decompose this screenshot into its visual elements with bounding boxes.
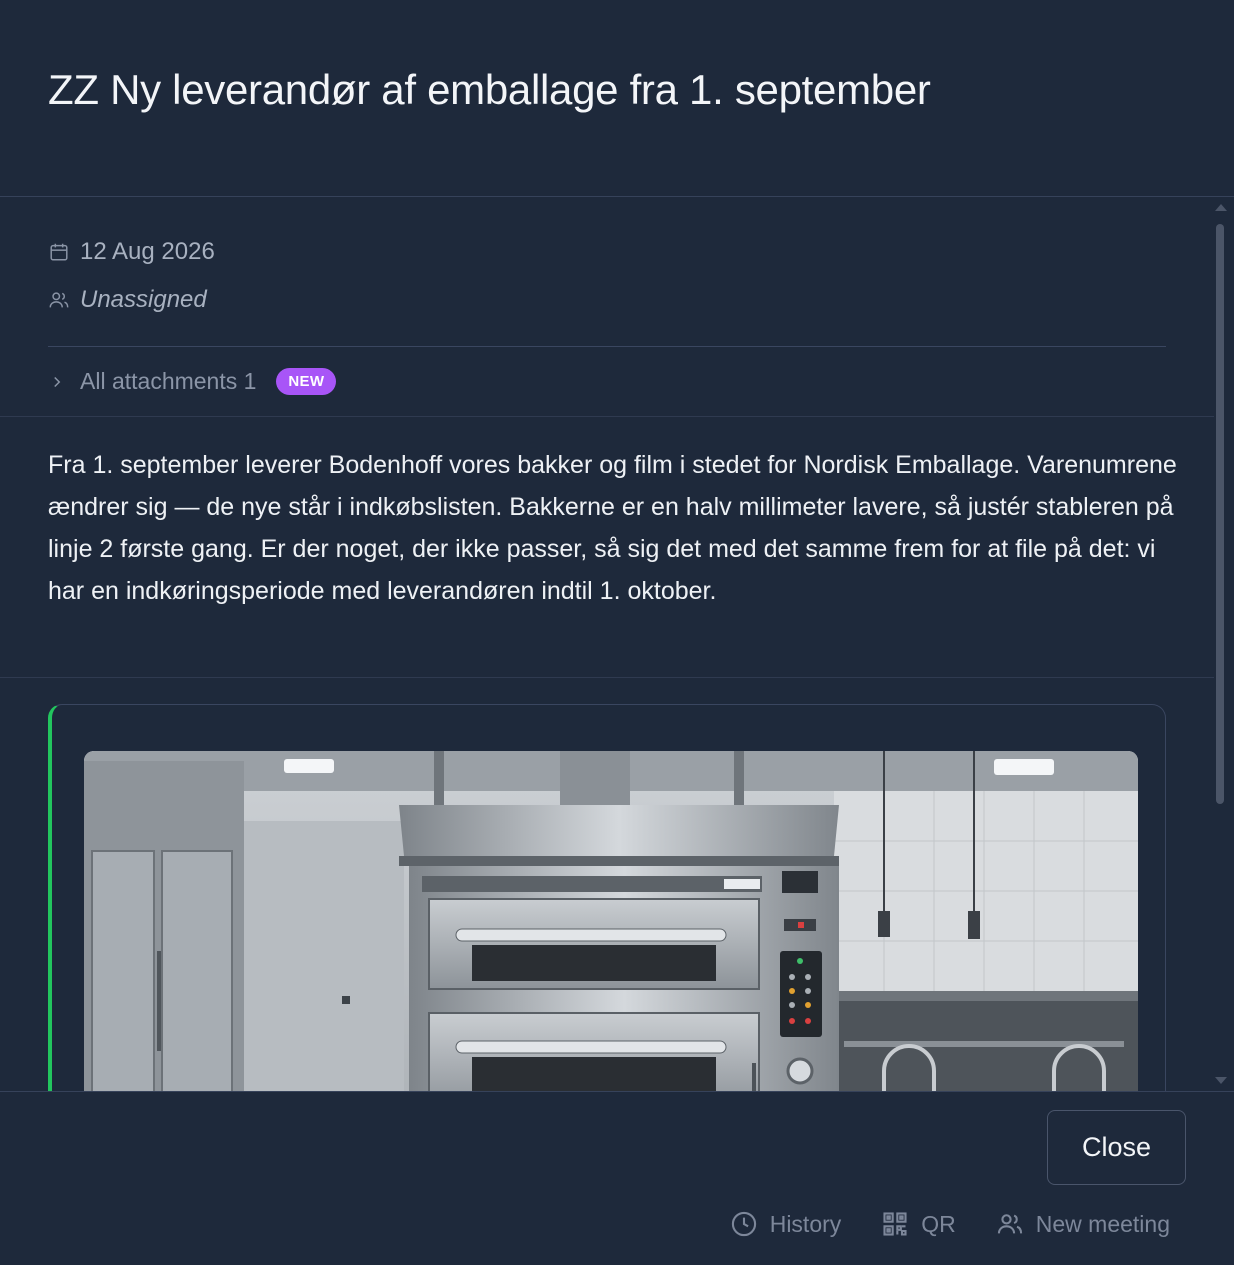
description-text: Fra 1. september leverer Bodenhoff vores… xyxy=(48,451,1177,605)
assignee-row: Unassigned xyxy=(48,286,207,314)
scrollbar[interactable] xyxy=(1214,200,1227,1090)
new-badge: NEW xyxy=(276,368,337,395)
scroll-down-arrow-icon[interactable] xyxy=(1215,1077,1227,1084)
divider xyxy=(0,677,1214,678)
users-icon xyxy=(997,1214,1022,1234)
modal-title: ZZ Ny leverandør af emballage fra 1. sep… xyxy=(48,66,931,113)
clock-icon xyxy=(731,1211,756,1237)
assignee-text: Unassigned xyxy=(80,286,207,313)
modal-body[interactable]: 12 Aug 2026 Unassigned All attachments 1… xyxy=(0,198,1234,1091)
image-card xyxy=(48,704,1166,1091)
calendar-icon xyxy=(50,243,68,261)
divider xyxy=(48,346,1166,347)
qr-code-icon xyxy=(883,1212,907,1236)
date-text: 12 Aug 2026 xyxy=(80,238,215,265)
chevron-right-icon xyxy=(54,376,61,387)
kitchen-oven-photo[interactable] xyxy=(84,751,1138,1091)
scrollbar-thumb[interactable] xyxy=(1216,224,1224,804)
users-icon xyxy=(49,292,69,308)
modal-header: ZZ Ny leverandør af emballage fra 1. sep… xyxy=(0,0,1234,197)
new-meeting-action[interactable]: New meeting xyxy=(996,1210,1170,1238)
close-button[interactable]: Close xyxy=(1047,1110,1186,1185)
modal-footer: Close History QR New meeting xyxy=(0,1091,1234,1265)
divider xyxy=(0,416,1214,417)
qr-action[interactable]: QR xyxy=(881,1210,956,1238)
new-meeting-label: New meeting xyxy=(1035,1210,1170,1237)
attachments-toggle[interactable]: All attachments 1 NEW xyxy=(48,368,337,395)
footer-actions: History QR New meeting xyxy=(730,1210,1170,1238)
qr-label: QR xyxy=(921,1210,956,1237)
kitchen-oven-illustration xyxy=(84,751,1138,1091)
scroll-up-arrow-icon[interactable] xyxy=(1215,204,1227,211)
date-row: 12 Aug 2026 xyxy=(48,238,215,266)
announcement-modal: ZZ Ny leverandør af emballage fra 1. sep… xyxy=(0,0,1234,1265)
attachments-label: All attachments 1 xyxy=(80,368,257,394)
history-label: History xyxy=(769,1210,842,1237)
history-action[interactable]: History xyxy=(730,1210,842,1238)
